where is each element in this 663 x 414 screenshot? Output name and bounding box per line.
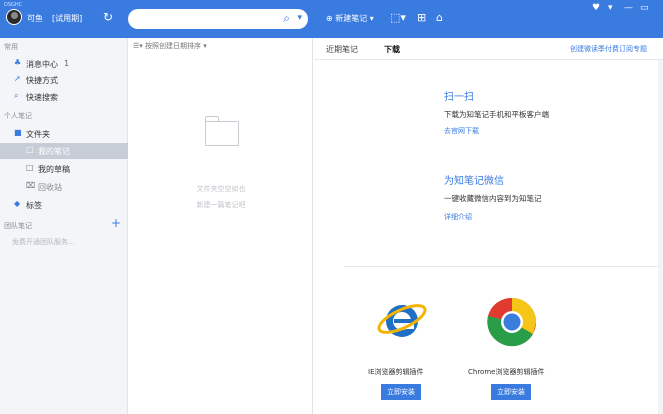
folder-outline-icon: □	[26, 163, 34, 172]
section-personal: 个人笔记	[4, 112, 32, 120]
home-icon[interactable]: ⌂	[436, 11, 443, 24]
tab-bar: 近期笔记 下载 创建微读季付费订阅专题	[314, 38, 663, 60]
view-icon[interactable]: ⬚▾	[390, 11, 406, 24]
tag-icon: ◆	[14, 199, 21, 208]
search-icon: ⌕	[14, 91, 19, 100]
new-note-button[interactable]: ⊕ 新建笔记 ▾	[326, 13, 374, 24]
ie-logo-icon	[377, 304, 427, 337]
skin-icon[interactable]: ♥	[592, 3, 600, 13]
team-hint: 免费开通团队服务...	[12, 238, 75, 246]
bell-icon: ♣	[14, 58, 22, 67]
scrollbar[interactable]	[658, 60, 663, 414]
scan-desc: 下载为知笔记手机和平板客户端	[444, 110, 549, 119]
trial-badge[interactable]: [试用期]	[52, 13, 82, 24]
sidebar-item-folders[interactable]: ■ 文件夹	[0, 126, 128, 142]
sort-label: 按照创建日期排序	[145, 42, 202, 50]
sync-icon[interactable]: ↻	[103, 10, 113, 24]
divider	[344, 266, 663, 267]
sidebar-item-label: 回收站	[38, 183, 62, 192]
main-panel: 近期笔记 下载 创建微读季付费订阅专题 扫一扫 下载为知笔记手机和平板客户端 去…	[314, 38, 663, 414]
top-bar: DSGHC 可鱼 [试用期] ↻ ⌕ ▾ ⊕ 新建笔记 ▾ ⬚▾ ⊞ ⌂ ♥ ▾…	[0, 0, 663, 38]
avatar-caption: DSGHC	[4, 2, 23, 8]
search-input[interactable]: ⌕ ▾	[128, 9, 308, 29]
empty-text: 新建一篇笔记吧	[196, 201, 246, 209]
install-chrome-button[interactable]: 立即安装	[491, 384, 531, 400]
maximize-icon[interactable]: ▭	[640, 3, 649, 13]
menu-icon[interactable]: ▾	[608, 3, 613, 13]
scan-title: 扫一扫	[444, 92, 474, 103]
chevron-down-icon[interactable]: ▾	[297, 13, 302, 23]
tab-download[interactable]: 下载	[384, 44, 400, 55]
subscription-link[interactable]: 创建微读季付费订阅专题	[570, 44, 647, 54]
message-count: 1	[64, 59, 70, 68]
section-common: 常用	[4, 43, 18, 51]
wechat-title: 为知笔记微信	[444, 176, 504, 187]
sidebar-item-trash[interactable]: ⌧ 回收站	[0, 179, 128, 195]
sidebar-item-label: 文件夹	[26, 130, 50, 139]
section-team: 团队笔记	[4, 222, 32, 230]
minimize-icon[interactable]: —	[624, 3, 633, 13]
empty-text: 文件夹空空如也	[196, 185, 246, 193]
folder-icon: ■	[14, 128, 22, 137]
sidebar-item-label: 快捷方式	[26, 76, 58, 85]
wechat-details-link[interactable]: 详细介绍	[444, 212, 472, 222]
trash-icon: ⌧	[26, 181, 36, 190]
sidebar-item-tags[interactable]: ◆ 标签	[0, 197, 128, 213]
sidebar-item-drafts[interactable]: □ 我的草稿	[0, 161, 128, 177]
sidebar-item-label: 快速搜索	[26, 93, 58, 102]
search-icon[interactable]: ⌕	[283, 11, 290, 26]
add-team-icon[interactable]: +	[111, 216, 121, 230]
sidebar-item-my-notes[interactable]: □ 我的笔记	[0, 143, 128, 159]
tab-recent[interactable]: 近期笔记	[326, 44, 358, 55]
sidebar-item-shortcuts[interactable]: ➚ 快捷方式	[0, 72, 128, 88]
sidebar-item-label: 标签	[26, 201, 42, 210]
folder-outline-icon: □	[26, 145, 34, 154]
sidebar-item-label: 我的草稿	[38, 165, 70, 174]
new-note-label: 新建笔记	[335, 14, 368, 23]
sidebar: 常用 ♣ 消息中心 1 ➚ 快捷方式 ⌕ 快速搜索 个人笔记 ■ 文件夹 □ 我…	[0, 38, 128, 414]
rocket-icon: ➚	[14, 74, 21, 83]
sidebar-item-quick-search[interactable]: ⌕ 快速搜索	[0, 89, 128, 105]
sidebar-item-label: 消息中心	[26, 60, 58, 69]
user-avatar[interactable]	[6, 9, 22, 25]
grid-icon[interactable]: ⊞	[417, 11, 426, 24]
sidebar-item-messages[interactable]: ♣ 消息中心 1	[0, 56, 128, 72]
sidebar-item-label: 我的笔记	[38, 147, 70, 156]
note-list: ☰▾ 按照创建日期排序 ▾ 文件夹空空如也 新建一篇笔记吧	[129, 38, 313, 414]
wechat-desc: 一键收藏微信内容到为知笔记	[444, 194, 542, 203]
install-ie-button[interactable]: 立即安装	[381, 384, 421, 400]
chrome-plugin-label: Chrome浏览器剪辑插件	[468, 368, 545, 376]
sort-dropdown[interactable]: ☰▾ 按照创建日期排序 ▾	[133, 41, 207, 51]
official-download-link[interactable]: 去官网下载	[444, 126, 479, 136]
ie-plugin-label: IE浏览器剪辑插件	[368, 368, 424, 376]
empty-folder-icon	[205, 116, 239, 146]
username[interactable]: 可鱼	[27, 13, 43, 24]
chrome-logo-icon	[487, 297, 536, 347]
